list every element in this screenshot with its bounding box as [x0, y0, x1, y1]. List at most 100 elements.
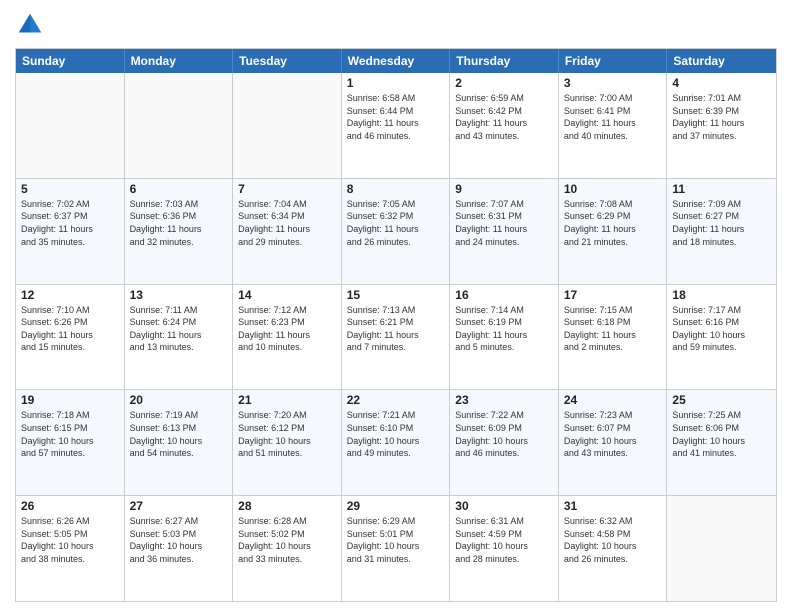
day-cell-19: 19Sunrise: 7:18 AM Sunset: 6:15 PM Dayli…	[16, 390, 125, 495]
day-number: 3	[564, 76, 662, 90]
header-day-monday: Monday	[125, 49, 234, 73]
day-info: Sunrise: 6:58 AM Sunset: 6:44 PM Dayligh…	[347, 92, 445, 142]
day-cell-31: 31 Sunrise: 6:32 AM Sunset: 4:58 PM Dayli…	[559, 496, 668, 601]
day-number: 17	[564, 288, 662, 302]
day-number: 13	[130, 288, 228, 302]
day-info: Sunrise: 6:32 AM Sunset: 4:58 PM Dayligh…	[564, 515, 662, 565]
header-day-wednesday: Wednesday	[342, 49, 451, 73]
day-info: Sunrise: 7:22 AM Sunset: 6:09 PM Dayligh…	[455, 409, 553, 459]
day-info: Sunrise: 7:17 AM Sunset: 6:16 PM Dayligh…	[672, 304, 771, 354]
day-info: Sunrise: 7:15 AM Sunset: 6:18 PM Dayligh…	[564, 304, 662, 354]
day-info: Sunrise: 7:01 AM Sunset: 6:39 PM Dayligh…	[672, 92, 771, 142]
day-number: 11	[672, 182, 771, 196]
day-info: Sunrise: 6:31 AM Sunset: 4:59 PM Dayligh…	[455, 515, 553, 565]
day-info: Sunrise: 7:00 AM Sunset: 6:41 PM Dayligh…	[564, 92, 662, 142]
empty-cell	[16, 73, 125, 178]
header-day-thursday: Thursday	[450, 49, 559, 73]
week-row-5: 26 Sunrise: 6:26 AM Sunset: 5:05 PM Dayli…	[16, 495, 776, 601]
day-number: 2	[455, 76, 553, 90]
day-cell-28: 28 Sunrise: 6:28 AM Sunset: 5:02 PM Dayli…	[233, 496, 342, 601]
calendar-body: 1 Sunrise: 6:58 AM Sunset: 6:44 PM Daylig…	[16, 73, 776, 601]
calendar: SundayMondayTuesdayWednesdayThursdayFrid…	[15, 48, 777, 602]
day-info: Sunrise: 7:09 AM Sunset: 6:27 PM Dayligh…	[672, 198, 771, 248]
day-cell-13: 13 Sunrise: 7:11 AM Sunset: 6:24 PM Dayli…	[125, 285, 234, 390]
day-number: 31	[564, 499, 662, 513]
header-day-tuesday: Tuesday	[233, 49, 342, 73]
day-cell-4: 4 Sunrise: 7:01 AM Sunset: 6:39 PM Daylig…	[667, 73, 776, 178]
header-day-saturday: Saturday	[667, 49, 776, 73]
day-cell-15: 15 Sunrise: 7:13 AM Sunset: 6:21 PM Dayli…	[342, 285, 451, 390]
day-info: Sunrise: 7:19 AM Sunset: 6:13 PM Dayligh…	[130, 409, 228, 459]
week-row-1: 1 Sunrise: 6:58 AM Sunset: 6:44 PM Daylig…	[16, 73, 776, 178]
logo	[15, 10, 49, 40]
day-info: Sunrise: 7:10 AM Sunset: 6:26 PM Dayligh…	[21, 304, 119, 354]
day-cell-2: 2 Sunrise: 6:59 AM Sunset: 6:42 PM Daylig…	[450, 73, 559, 178]
day-number: 27	[130, 499, 228, 513]
day-number: 8	[347, 182, 445, 196]
day-info: Sunrise: 7:03 AM Sunset: 6:36 PM Dayligh…	[130, 198, 228, 248]
empty-cell	[667, 496, 776, 601]
day-info: Sunrise: 6:28 AM Sunset: 5:02 PM Dayligh…	[238, 515, 336, 565]
day-number: 4	[672, 76, 771, 90]
day-cell-25: 25Sunrise: 7:25 AM Sunset: 6:06 PM Dayli…	[667, 390, 776, 495]
day-number: 1	[347, 76, 445, 90]
empty-cell	[125, 73, 234, 178]
day-cell-21: 21 Sunrise: 7:20 AM Sunset: 6:12 PM Dayli…	[233, 390, 342, 495]
day-info: Sunrise: 7:07 AM Sunset: 6:31 PM Dayligh…	[455, 198, 553, 248]
day-info: Sunrise: 6:59 AM Sunset: 6:42 PM Dayligh…	[455, 92, 553, 142]
day-number: 10	[564, 182, 662, 196]
day-cell-24: 24Sunrise: 7:23 AM Sunset: 6:07 PM Dayli…	[559, 390, 668, 495]
day-number: 23	[455, 393, 553, 407]
day-cell-14: 14Sunrise: 7:12 AM Sunset: 6:23 PM Dayli…	[233, 285, 342, 390]
day-info: Sunrise: 7:20 AM Sunset: 6:12 PM Dayligh…	[238, 409, 336, 459]
week-row-3: 12 Sunrise: 7:10 AM Sunset: 6:26 PM Dayli…	[16, 284, 776, 390]
day-info: Sunrise: 6:26 AM Sunset: 5:05 PM Dayligh…	[21, 515, 119, 565]
day-number: 12	[21, 288, 119, 302]
day-number: 9	[455, 182, 553, 196]
day-cell-27: 27 Sunrise: 6:27 AM Sunset: 5:03 PM Dayli…	[125, 496, 234, 601]
day-number: 30	[455, 499, 553, 513]
day-cell-8: 8 Sunrise: 7:05 AM Sunset: 6:32 PM Daylig…	[342, 179, 451, 284]
day-cell-3: 3 Sunrise: 7:00 AM Sunset: 6:41 PM Daylig…	[559, 73, 668, 178]
day-number: 21	[238, 393, 336, 407]
day-number: 20	[130, 393, 228, 407]
day-info: Sunrise: 7:05 AM Sunset: 6:32 PM Dayligh…	[347, 198, 445, 248]
day-number: 26	[21, 499, 119, 513]
day-cell-1: 1 Sunrise: 6:58 AM Sunset: 6:44 PM Daylig…	[342, 73, 451, 178]
day-cell-18: 18Sunrise: 7:17 AM Sunset: 6:16 PM Dayli…	[667, 285, 776, 390]
day-cell-30: 30 Sunrise: 6:31 AM Sunset: 4:59 PM Dayli…	[450, 496, 559, 601]
day-info: Sunrise: 7:21 AM Sunset: 6:10 PM Dayligh…	[347, 409, 445, 459]
day-cell-10: 10Sunrise: 7:08 AM Sunset: 6:29 PM Dayli…	[559, 179, 668, 284]
day-cell-5: 5Sunrise: 7:02 AM Sunset: 6:37 PM Daylig…	[16, 179, 125, 284]
day-cell-22: 22 Sunrise: 7:21 AM Sunset: 6:10 PM Dayli…	[342, 390, 451, 495]
day-cell-11: 11 Sunrise: 7:09 AM Sunset: 6:27 PM Dayli…	[667, 179, 776, 284]
day-number: 28	[238, 499, 336, 513]
empty-cell	[233, 73, 342, 178]
day-number: 6	[130, 182, 228, 196]
day-number: 22	[347, 393, 445, 407]
day-info: Sunrise: 7:04 AM Sunset: 6:34 PM Dayligh…	[238, 198, 336, 248]
day-number: 24	[564, 393, 662, 407]
day-cell-29: 29 Sunrise: 6:29 AM Sunset: 5:01 PM Dayli…	[342, 496, 451, 601]
day-info: Sunrise: 7:13 AM Sunset: 6:21 PM Dayligh…	[347, 304, 445, 354]
day-info: Sunrise: 6:29 AM Sunset: 5:01 PM Dayligh…	[347, 515, 445, 565]
day-cell-17: 17 Sunrise: 7:15 AM Sunset: 6:18 PM Dayli…	[559, 285, 668, 390]
day-cell-12: 12 Sunrise: 7:10 AM Sunset: 6:26 PM Dayli…	[16, 285, 125, 390]
day-number: 14	[238, 288, 336, 302]
calendar-header-row: SundayMondayTuesdayWednesdayThursdayFrid…	[16, 49, 776, 73]
day-number: 5	[21, 182, 119, 196]
day-number: 16	[455, 288, 553, 302]
day-info: Sunrise: 7:25 AM Sunset: 6:06 PM Dayligh…	[672, 409, 771, 459]
header-day-friday: Friday	[559, 49, 668, 73]
day-cell-23: 23 Sunrise: 7:22 AM Sunset: 6:09 PM Dayli…	[450, 390, 559, 495]
day-info: Sunrise: 7:11 AM Sunset: 6:24 PM Dayligh…	[130, 304, 228, 354]
header-day-sunday: Sunday	[16, 49, 125, 73]
week-row-4: 19Sunrise: 7:18 AM Sunset: 6:15 PM Dayli…	[16, 389, 776, 495]
day-number: 29	[347, 499, 445, 513]
day-info: Sunrise: 7:18 AM Sunset: 6:15 PM Dayligh…	[21, 409, 119, 459]
day-number: 15	[347, 288, 445, 302]
day-cell-9: 9 Sunrise: 7:07 AM Sunset: 6:31 PM Daylig…	[450, 179, 559, 284]
day-cell-26: 26 Sunrise: 6:26 AM Sunset: 5:05 PM Dayli…	[16, 496, 125, 601]
day-info: Sunrise: 7:14 AM Sunset: 6:19 PM Dayligh…	[455, 304, 553, 354]
day-info: Sunrise: 6:27 AM Sunset: 5:03 PM Dayligh…	[130, 515, 228, 565]
